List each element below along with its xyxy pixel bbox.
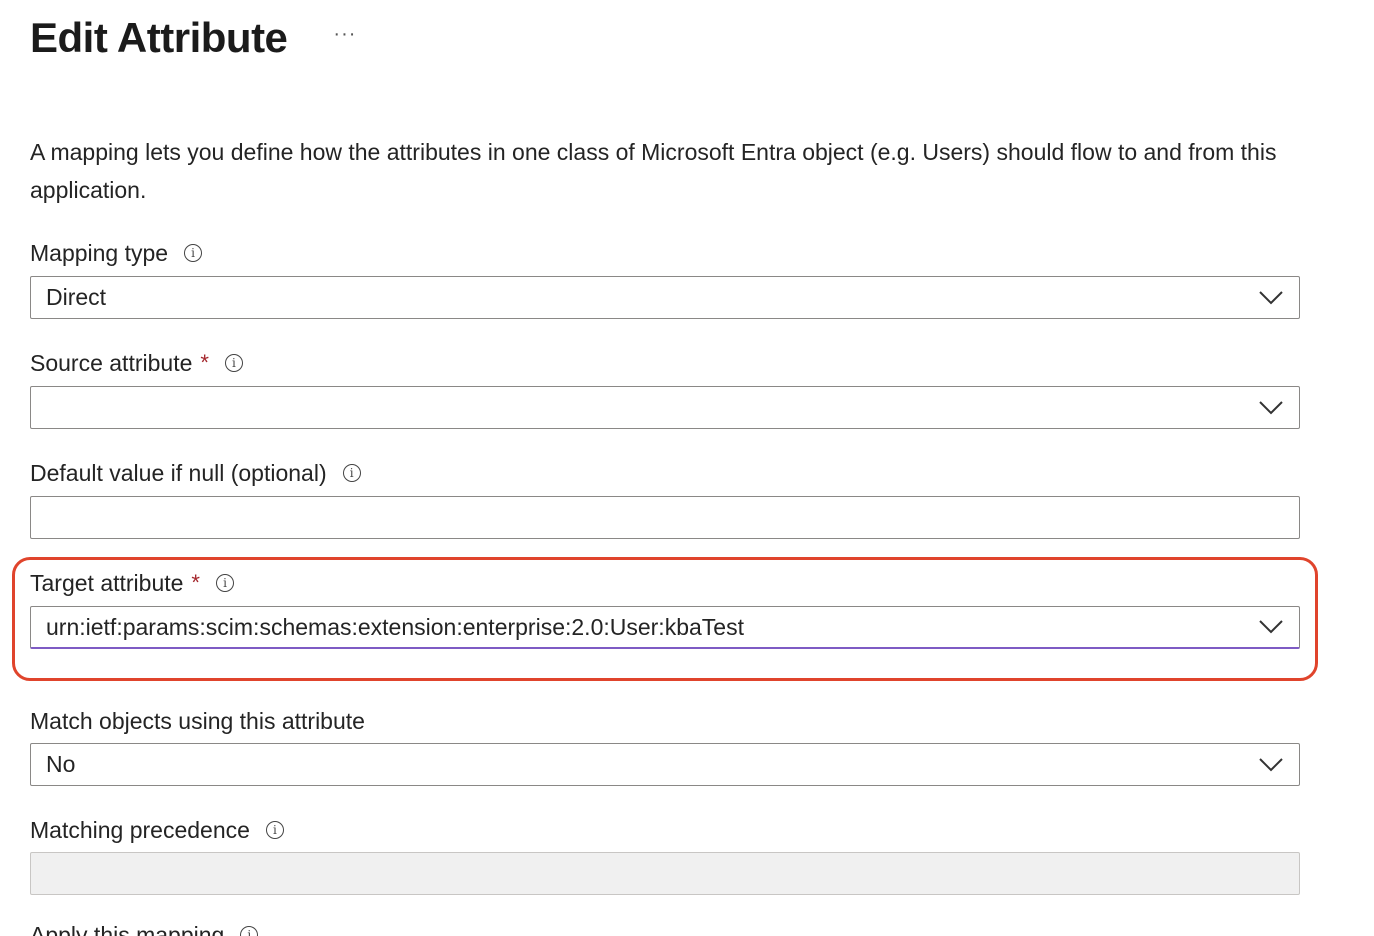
info-icon[interactable]: i xyxy=(342,464,361,482)
matching-precedence-label-text: Matching precedence xyxy=(30,816,250,843)
target-attribute-value: urn:ietf:params:scim:schemas:extension:e… xyxy=(46,613,744,640)
default-value-label-text: Default value if null (optional) xyxy=(30,459,327,486)
info-icon[interactable]: i xyxy=(240,926,259,936)
apply-mapping-label-text: Apply this mapping xyxy=(30,921,225,936)
chevron-down-icon xyxy=(1259,757,1283,771)
source-attribute-label: Source attribute * i xyxy=(30,348,243,378)
more-options-button[interactable]: ··· xyxy=(333,24,356,44)
apply-mapping-label: Apply this mapping i xyxy=(30,920,259,936)
target-attribute-label: Target attribute * i xyxy=(30,568,234,598)
edit-attribute-panel: Edit Attribute ··· A mapping lets you de… xyxy=(0,0,1374,936)
match-objects-label-text: Match objects using this attribute xyxy=(30,707,365,734)
page-title: Edit Attribute xyxy=(30,14,288,61)
mapping-type-label: Mapping type i xyxy=(30,238,203,268)
header: Edit Attribute ··· xyxy=(30,14,356,62)
default-value-input[interactable] xyxy=(30,496,1300,539)
info-icon[interactable]: i xyxy=(224,354,243,372)
chevron-down-icon xyxy=(1259,290,1283,304)
required-marker: * xyxy=(200,350,209,375)
matching-precedence-label: Matching precedence i xyxy=(30,815,284,845)
description-text: A mapping lets you define how the attrib… xyxy=(30,139,1277,203)
source-attribute-label-text: Source attribute xyxy=(30,349,193,376)
mapping-type-label-text: Mapping type xyxy=(30,239,169,266)
target-attribute-dropdown[interactable]: urn:ietf:params:scim:schemas:extension:e… xyxy=(30,606,1300,649)
target-attribute-label-text: Target attribute xyxy=(30,569,184,596)
matching-precedence-input xyxy=(30,852,1300,895)
mapping-type-value: Direct xyxy=(46,284,107,310)
chevron-down-icon xyxy=(1259,620,1283,634)
default-value-label: Default value if null (optional) i xyxy=(30,458,361,488)
info-icon[interactable]: i xyxy=(215,574,234,592)
info-icon[interactable]: i xyxy=(184,244,203,262)
required-marker: * xyxy=(191,570,200,595)
source-attribute-dropdown[interactable] xyxy=(30,386,1300,429)
match-objects-dropdown[interactable]: No xyxy=(30,743,1300,786)
chevron-down-icon xyxy=(1259,400,1283,414)
match-objects-value: No xyxy=(46,751,76,777)
info-icon[interactable]: i xyxy=(265,821,284,839)
match-objects-label: Match objects using this attribute xyxy=(30,706,365,736)
mapping-type-dropdown[interactable]: Direct xyxy=(30,276,1300,319)
